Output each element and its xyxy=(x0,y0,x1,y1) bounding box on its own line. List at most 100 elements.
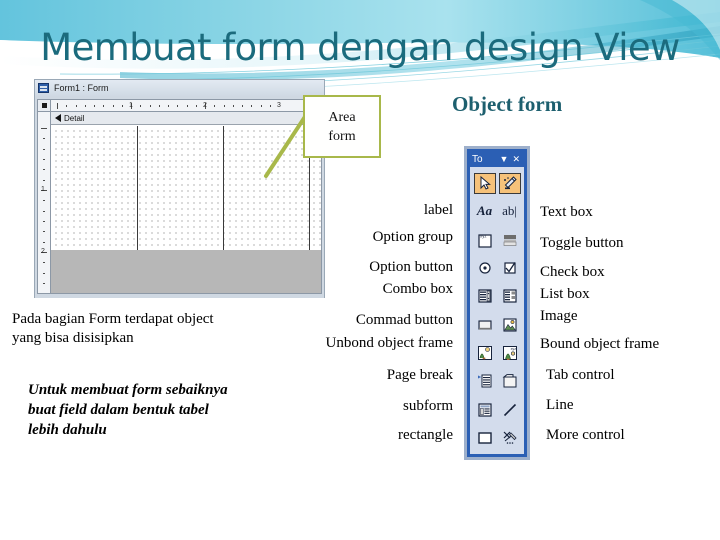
tool-cell xyxy=(497,424,522,452)
check-box-tool[interactable] xyxy=(499,258,521,279)
ruler-tick xyxy=(43,231,45,233)
ruler-tick xyxy=(43,169,45,171)
ruler-tick xyxy=(66,105,68,107)
label-tool[interactable]: Aa xyxy=(474,201,496,222)
annotation-label: Text box xyxy=(540,204,593,220)
unbound-object-frame-tool[interactable] xyxy=(474,342,496,363)
tool-cell: ab| xyxy=(497,197,522,225)
section-divider xyxy=(223,126,224,250)
tool-cell: Aa xyxy=(472,197,497,225)
annotation-label: Bound object frame xyxy=(540,336,660,352)
tool-cell xyxy=(497,282,522,310)
body-paragraph-1-line-2: yang bisa disisipkan xyxy=(12,330,134,346)
rectangle-tool[interactable] xyxy=(474,427,496,448)
ruler-tick xyxy=(103,105,105,107)
ruler-tick xyxy=(84,105,86,107)
tool-cell xyxy=(497,310,522,338)
ruler-tick xyxy=(43,241,45,243)
area-form-callout: Area form xyxy=(303,95,381,158)
toolbox-inner: To ▼ ✕ Aa ab| xyz xyz xyxy=(467,149,527,457)
option-button-tool[interactable] xyxy=(474,258,496,279)
ruler-tick xyxy=(168,105,169,107)
tool-cell xyxy=(472,169,497,197)
toggle-button-tool[interactable] xyxy=(499,229,521,250)
form-window-title: Form1 : Form xyxy=(54,83,109,93)
ruler-number: 1 xyxy=(129,102,133,109)
access-form-window[interactable]: Form1 : Form 123 12 Detail xyxy=(34,79,325,298)
ruler-tick xyxy=(260,105,262,107)
body-paragraph-1: Pada bagian Form terdapat object yang bi… xyxy=(12,310,312,348)
tool-cell xyxy=(472,339,497,367)
ruler-tick xyxy=(186,105,188,107)
annotation-label: Tab control xyxy=(546,367,615,383)
toolbox-tool-grid: Aa ab| xyz xyz xyxy=(470,167,524,454)
object-form-heading: Object form xyxy=(452,92,563,116)
form-grid[interactable] xyxy=(51,126,321,250)
annotation-label: Page break xyxy=(386,367,453,383)
annotation-label: More control xyxy=(546,427,625,443)
text-box-tool[interactable]: ab| xyxy=(499,201,521,222)
access-toolbox[interactable]: To ▼ ✕ Aa ab| xyz xyz xyxy=(464,146,530,460)
slide-canvas: Membuat form dengan design View Form1 : … xyxy=(0,0,720,540)
tool-cell xyxy=(497,254,522,282)
annotation-label: Line xyxy=(546,397,574,413)
image-tool[interactable] xyxy=(499,314,521,335)
annotation-label: Toggle button xyxy=(540,235,624,251)
ruler-tick xyxy=(75,105,77,107)
tool-cell xyxy=(472,367,497,395)
svg-text:xyz: xyz xyxy=(510,347,516,351)
detail-section-bar[interactable]: Detail xyxy=(51,112,321,125)
form-design-main: 12 Detail xyxy=(37,112,322,294)
tool-cell xyxy=(497,367,522,395)
body-paragraph-2-line-3: lebih dahulu xyxy=(28,422,107,438)
ruler-tick xyxy=(158,105,160,107)
more-controls-tool[interactable] xyxy=(499,427,521,448)
ruler-tick xyxy=(43,148,45,150)
ruler-tick xyxy=(43,200,45,202)
ruler-tick xyxy=(112,105,114,107)
chevron-down-icon[interactable]: ▼ xyxy=(498,154,511,165)
annotation-label: Option button xyxy=(369,259,453,275)
toolbox-title: To xyxy=(472,154,483,165)
page-break-tool[interactable] xyxy=(474,371,496,392)
ruler-tick xyxy=(149,105,151,107)
subform-tool[interactable] xyxy=(474,399,496,420)
combo-box-tool[interactable] xyxy=(474,286,496,307)
annotation-label: rectangle xyxy=(398,427,453,443)
tool-cell xyxy=(497,395,522,423)
section-divider xyxy=(137,126,138,250)
ruler-tick xyxy=(269,105,271,107)
select-objects-tool[interactable] xyxy=(473,172,496,194)
page-title: Membuat form dengan design View xyxy=(40,26,680,69)
tab-control-tool[interactable] xyxy=(499,371,521,392)
command-button-tool[interactable] xyxy=(474,314,496,335)
form-design-canvas[interactable]: Detail xyxy=(51,112,322,294)
tool-cell: xyz xyxy=(497,339,522,367)
area-callout-line2: form xyxy=(328,128,356,144)
line-tool[interactable] xyxy=(499,399,521,420)
detail-collapse-icon xyxy=(55,114,61,122)
form-selector-box[interactable] xyxy=(37,99,51,112)
ruler-tick xyxy=(41,128,47,129)
toolbox-titlebar[interactable]: To ▼ ✕ xyxy=(470,152,524,167)
annotation-label: List box xyxy=(540,286,590,302)
ruler-tick xyxy=(43,283,45,284)
ruler-tick xyxy=(43,210,45,212)
control-wizards-tool[interactable] xyxy=(498,172,521,194)
tool-cell xyxy=(472,395,497,423)
annotation-label: Commad button xyxy=(355,312,453,328)
annotation-label: Unbond object frame xyxy=(325,335,453,351)
body-paragraph-2-line-1: Untuk membuat form sebaiknya xyxy=(28,382,228,398)
vertical-ruler: 12 xyxy=(37,112,51,294)
list-box-tool[interactable] xyxy=(499,286,521,307)
form-window-icon xyxy=(38,83,49,93)
body-paragraph-2-line-2: buat field dalam bentuk tabel xyxy=(28,402,209,418)
ruler-number: 2 xyxy=(41,248,45,255)
option-group-tool[interactable]: xyz xyxy=(474,229,496,250)
ruler-tick xyxy=(232,105,234,107)
ruler-tick xyxy=(43,262,45,264)
close-icon[interactable]: ✕ xyxy=(510,154,522,165)
bound-object-frame-tool[interactable]: xyz xyxy=(499,342,521,363)
annotation-label: label xyxy=(423,202,453,218)
form-window-titlebar[interactable]: Form1 : Form xyxy=(35,80,324,96)
